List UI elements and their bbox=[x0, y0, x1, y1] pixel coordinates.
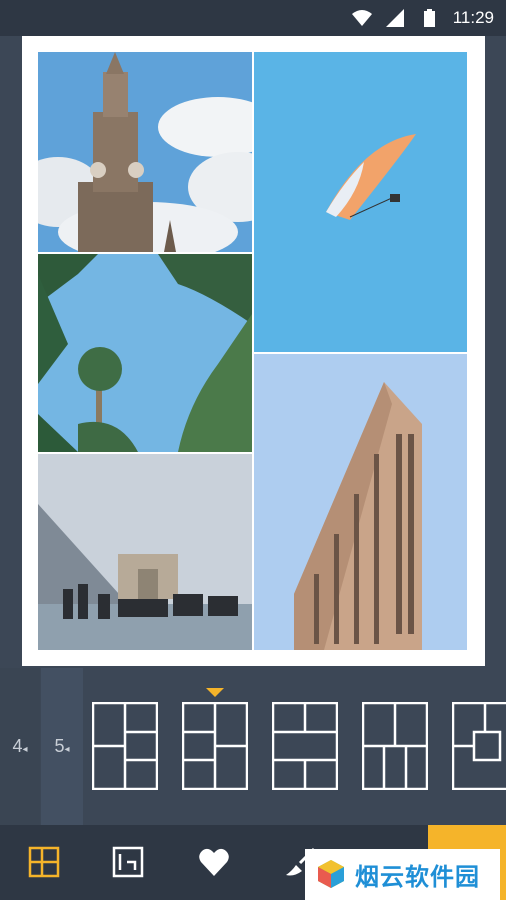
selected-layout-marker bbox=[206, 688, 224, 697]
collage-frame bbox=[22, 36, 485, 666]
louvre-crowd-photo[interactable] bbox=[38, 454, 252, 650]
count-tab-4[interactable]: 4◂ bbox=[0, 668, 40, 825]
layout-grid-b[interactable] bbox=[182, 702, 248, 790]
status-bar: 11:29 bbox=[0, 0, 506, 36]
layout-grid-c[interactable] bbox=[272, 702, 338, 790]
signal-icon bbox=[386, 9, 404, 32]
layout-grid-a[interactable] bbox=[92, 702, 158, 790]
clock: 11:29 bbox=[452, 8, 494, 27]
paraglider-sky-photo[interactable] bbox=[254, 52, 467, 352]
palm-trees-photo[interactable] bbox=[38, 254, 252, 452]
layout-grid-d[interactable] bbox=[362, 702, 428, 790]
favorite-heart-icon[interactable] bbox=[197, 845, 231, 879]
layout-icon[interactable] bbox=[27, 845, 61, 879]
layout-grid-e[interactable] bbox=[452, 702, 506, 790]
layout-thumbnails bbox=[84, 668, 506, 825]
watermark: 烟云软件园 bbox=[305, 849, 500, 900]
battery-icon bbox=[424, 9, 435, 32]
watermark-logo-icon bbox=[315, 858, 347, 895]
border-icon[interactable] bbox=[111, 845, 145, 879]
caret-left-icon: ◂ bbox=[22, 744, 28, 755]
layout-picker: 4◂ 5◂ bbox=[0, 668, 506, 825]
collage-canvas bbox=[0, 36, 506, 668]
caret-left-icon: ◂ bbox=[64, 744, 70, 755]
cathedral-tower-photo[interactable] bbox=[38, 52, 252, 252]
flatiron-building-photo[interactable] bbox=[254, 354, 467, 650]
count-tab-5[interactable]: 5◂ bbox=[41, 668, 83, 825]
wifi-icon bbox=[352, 9, 372, 32]
watermark-text: 烟云软件园 bbox=[355, 863, 480, 891]
